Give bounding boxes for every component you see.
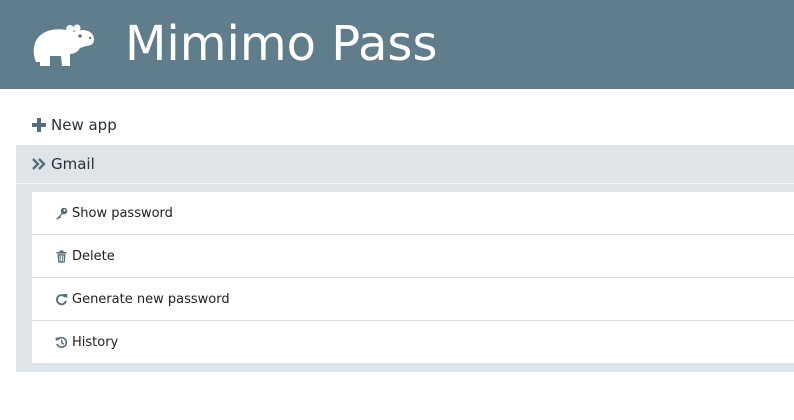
app-actions-list: Show password Delete Generate new passwo… xyxy=(32,192,794,363)
delete-label: Delete xyxy=(72,248,115,264)
generate-password-label: Generate new password xyxy=(72,291,230,307)
hippo-logo-icon xyxy=(33,24,94,66)
app-header: Mimimo Pass xyxy=(0,0,794,89)
app-group-name: Gmail xyxy=(51,155,95,173)
delete-button[interactable]: Delete xyxy=(32,235,794,278)
plus-icon xyxy=(32,118,46,132)
refresh-icon xyxy=(56,293,68,305)
new-app-button[interactable]: New app xyxy=(32,114,117,136)
generate-password-button[interactable]: Generate new password xyxy=(32,278,794,321)
double-chevron-right-icon xyxy=(32,158,46,170)
show-password-label: Show password xyxy=(72,205,173,221)
app-group-header[interactable]: Gmail xyxy=(16,145,794,183)
app-group-gmail: Gmail Show password Delete Generate new … xyxy=(16,145,794,372)
divider xyxy=(16,183,794,184)
history-icon xyxy=(55,336,68,348)
trash-icon xyxy=(56,250,67,263)
show-password-button[interactable]: Show password xyxy=(32,192,794,235)
history-label: History xyxy=(72,334,119,350)
app-title: Mimimo Pass xyxy=(125,16,438,72)
new-app-label: New app xyxy=(51,116,117,134)
history-button[interactable]: History xyxy=(32,321,794,363)
key-icon xyxy=(56,207,68,219)
